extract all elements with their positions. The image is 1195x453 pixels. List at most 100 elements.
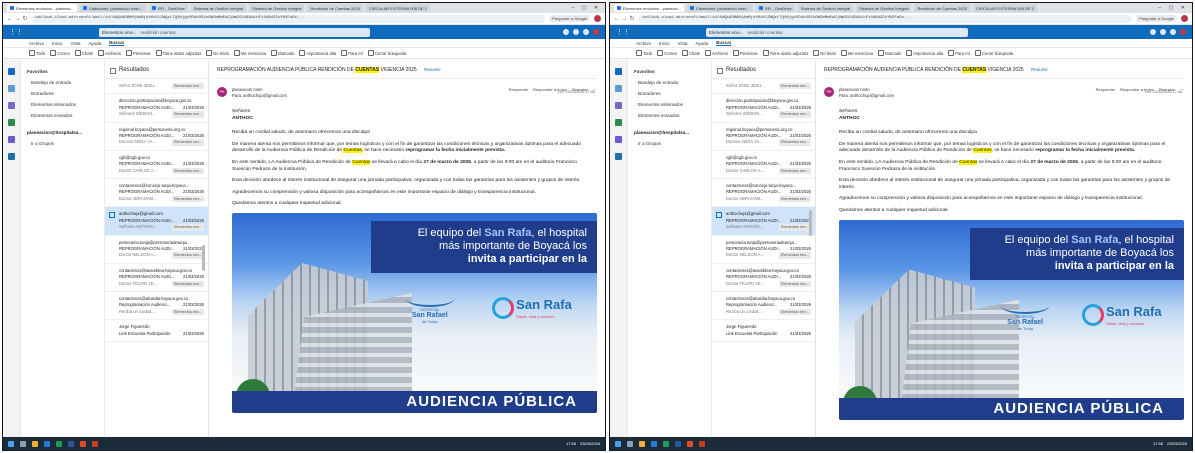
browser-tab[interactable]: RFI - OneDrive	[148, 4, 188, 12]
summarize-button[interactable]: Resumir	[1031, 67, 1048, 72]
meet-icon[interactable]	[1150, 29, 1156, 35]
settings-icon[interactable]	[1170, 29, 1176, 35]
ribbon-tab[interactable]: Inicio	[52, 41, 63, 46]
teams-icon[interactable]	[615, 136, 622, 143]
browser-tab[interactable]: Calendario: planeacion hosri...	[686, 4, 753, 12]
search-query[interactable]: rendición cuentas	[141, 30, 176, 35]
list-item[interactable]: cgb@cgb.gov.co REPROGRAMACIÓN AUDI... 21/…	[712, 151, 815, 180]
search-input[interactable]: Elementos envi... rendición cuentas	[99, 27, 371, 37]
chrome-icon[interactable]	[80, 440, 86, 447]
folder-sent[interactable]: Elementos enviados	[632, 110, 707, 121]
folder-sent[interactable]: Elementos enviados	[25, 110, 100, 121]
browser-tab[interactable]: Elementos enviados - planeaci...	[7, 4, 77, 12]
filter-button[interactable]: Me menciona	[841, 50, 873, 56]
ribbon-tab[interactable]: Vista	[678, 41, 688, 46]
summarize-button[interactable]: Resumir	[424, 67, 441, 72]
list-item[interactable]: direccion.participacion@boyaca.gov.co RE…	[105, 94, 208, 123]
list-item[interactable]: Señor JOSE JESU... Elementos env...	[712, 79, 815, 95]
browser-tab[interactable]: RFI - OneDrive	[755, 4, 795, 12]
start-icon[interactable]	[8, 440, 14, 447]
system-tray[interactable]: 17:58 23/03/2026	[566, 441, 600, 446]
settings-icon[interactable]	[583, 29, 589, 35]
user-avatar[interactable]	[1180, 29, 1186, 35]
filter-button[interactable]: Chats	[682, 50, 700, 56]
list-item[interactable]: regional.boyaca@personeria.org.co REPROG…	[712, 123, 815, 151]
people-icon[interactable]	[8, 102, 15, 109]
search-input[interactable]: Elementos envi... rendición cuentas	[706, 27, 969, 37]
onedrive-icon[interactable]	[8, 153, 15, 160]
browser-tab[interactable]: Sistema de Gestión Integral	[190, 4, 247, 12]
ask-google-button[interactable]: Preguntar a Google	[549, 15, 590, 22]
list-item[interactable]: contactenos@asamblea-boyaca.gov.co REPRO…	[105, 264, 208, 292]
list-item[interactable]: personeria.tunja@personeriadetunja... RE…	[712, 236, 815, 264]
window-controls[interactable]: – ▢ ✕	[1159, 5, 1188, 11]
list-scrollbar[interactable]	[809, 210, 812, 236]
filter-button[interactable]: Todo	[636, 50, 652, 56]
filter-button[interactable]: Para mí	[948, 50, 970, 56]
back-forward-reload-icon[interactable]: ← → ↻	[7, 15, 27, 22]
ribbon-tab-active[interactable]: Buscar	[716, 40, 732, 46]
list-item[interactable]: Jorge Figueredo Link Encuesta Participac…	[712, 320, 815, 342]
excel-icon[interactable]	[56, 440, 62, 447]
filter-button[interactable]: Tiene datos adjuntos	[156, 50, 202, 56]
search-scope[interactable]: Elementos envi...	[709, 30, 744, 35]
search-icon[interactable]	[20, 440, 26, 447]
favorites-header[interactable]: Favoritos	[632, 66, 707, 77]
filter-button[interactable]: Me menciona	[234, 50, 266, 56]
list-item[interactable]: contactenos@alcaldia-boyaca.gov.co Repro…	[712, 292, 815, 321]
browser-tab[interactable]: Sistema de Gestión Integral	[856, 4, 912, 12]
filter-button[interactable]: Correo	[50, 50, 70, 56]
browser-tab[interactable]: Sistema de Gestión Integral	[797, 4, 854, 12]
filter-button[interactable]: Todo	[29, 50, 45, 56]
filter-button[interactable]: Correo	[657, 50, 677, 56]
file-explorer-icon[interactable]	[639, 440, 645, 447]
ask-google-button[interactable]: Preguntar a Google	[1136, 15, 1177, 22]
notifications-icon[interactable]	[573, 29, 579, 35]
folder-inbox[interactable]: Bandeja de entrada	[632, 77, 707, 88]
list-item-selected[interactable]: anthochupi@gmail.com REPROGRAMACIÓN AUDI…	[105, 207, 208, 236]
list-item-selected[interactable]: anthochupi@gmail.com REPROGRAMACIÓN AUDI…	[712, 207, 815, 236]
todo-icon[interactable]	[8, 119, 15, 126]
browser-tab[interactable]: Calendario: planeacion hosri...	[79, 4, 146, 12]
powerpoint-icon[interactable]	[92, 440, 98, 447]
filter-button[interactable]: Personas	[126, 50, 151, 56]
reply-button[interactable]: Responder	[1096, 87, 1116, 92]
excel-icon[interactable]	[663, 440, 669, 447]
ribbon-tab[interactable]: Archivo	[29, 41, 44, 46]
notifications-icon[interactable]	[1160, 29, 1166, 35]
list-item[interactable]: contactenos@concejo-tunja-boyaca... REPR…	[712, 179, 815, 208]
filter-button[interactable]: Importancia alta	[906, 50, 943, 56]
browser-tab[interactable]: Rendición de Cuentas 2025	[914, 4, 970, 12]
filter-button[interactable]: Chats	[75, 50, 93, 56]
calendar-icon[interactable]	[8, 85, 15, 92]
close-search-button[interactable]: Cerrar búsqueda	[975, 50, 1013, 56]
onedrive-icon[interactable]	[615, 153, 622, 160]
account-name[interactable]: planeacion@hospitalsa...	[25, 127, 100, 138]
search-query[interactable]: rendición cuentas	[748, 30, 783, 35]
ribbon-tab[interactable]: Ayuda	[695, 41, 708, 46]
start-icon[interactable]	[615, 440, 621, 447]
filter-button[interactable]: Personas	[733, 50, 758, 56]
word-icon[interactable]	[68, 440, 74, 447]
ribbon-tab[interactable]: Archivo	[636, 41, 651, 46]
url-field[interactable]: outlook.cloud.microsoft/mail/id/AAQkADMA…	[638, 14, 1133, 23]
edge-icon[interactable]	[651, 440, 657, 447]
ribbon-tab[interactable]: Vista	[71, 41, 81, 46]
filter-button[interactable]: Marcado	[878, 50, 901, 56]
list-item[interactable]: regional.boyaca@personeria.org.co REPROG…	[105, 123, 208, 151]
ribbon-tab-active[interactable]: Buscar	[109, 40, 125, 46]
app-launcher-icon[interactable]: ⋮⋮	[616, 28, 630, 36]
browser-tab[interactable]: Elementos enviados - planeaci...	[614, 4, 684, 12]
folder-deleted[interactable]: Elementos eliminados	[632, 99, 707, 110]
list-item[interactable]: personeria.tunja@personeriadetunja... RE…	[105, 236, 208, 264]
profile-avatar[interactable]	[594, 15, 601, 22]
account-name[interactable]: planeacion@hospitalsa...	[632, 127, 707, 138]
edge-icon[interactable]	[44, 440, 50, 447]
user-avatar[interactable]	[593, 29, 599, 35]
ribbon-tab[interactable]: Inicio	[659, 41, 670, 46]
filter-button[interactable]: Para mí	[341, 50, 363, 56]
browser-tab[interactable]: Sistema de Gestión Integral	[249, 4, 305, 12]
calendar-icon[interactable]	[615, 85, 622, 92]
people-icon[interactable]	[615, 102, 622, 109]
close-search-button[interactable]: Cerrar búsqueda	[368, 50, 406, 56]
